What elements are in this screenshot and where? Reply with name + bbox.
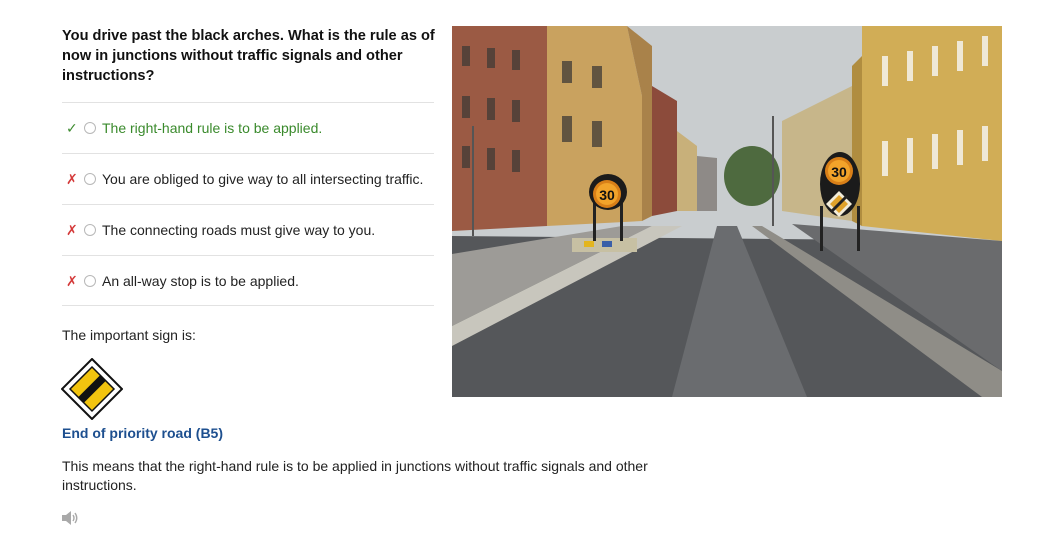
wrong-cross-icon: ✗	[66, 222, 78, 238]
speed-sign-left-text: 30	[599, 187, 615, 203]
answer-list: ✓ The right-hand rule is to be applied. …	[62, 102, 434, 306]
answer-radio-1[interactable]	[84, 122, 96, 134]
answer-label: You are obliged to give way to all inter…	[102, 171, 424, 187]
answer-label: The connecting roads must give way to yo…	[102, 222, 376, 238]
end-of-priority-road-sign-icon	[61, 358, 123, 420]
answer-label: An all-way stop is to be applied.	[102, 272, 299, 289]
speed-sign-right-text: 30	[831, 164, 847, 180]
speaker-icon[interactable]	[61, 510, 79, 526]
sign-name: End of priority road (B5)	[62, 425, 223, 441]
street-photo: 30 30	[452, 26, 1002, 397]
question-text: You drive past the black arches. What is…	[62, 28, 435, 84]
answer-option-2[interactable]: ✗ You are obliged to give way to all int…	[62, 153, 434, 204]
correct-check-icon: ✓	[66, 120, 78, 136]
important-sign-label: The important sign is:	[62, 327, 196, 343]
explanation-text: This means that the right-hand rule is t…	[62, 458, 648, 493]
answer-radio-4[interactable]	[84, 274, 96, 287]
answer-option-3[interactable]: ✗ The connecting roads must give way to …	[62, 204, 434, 255]
answer-label: The right-hand rule is to be applied.	[102, 120, 323, 136]
answer-radio-2[interactable]	[84, 173, 96, 185]
quiz-page: You drive past the black arches. What is…	[0, 0, 1057, 551]
wrong-cross-icon: ✗	[66, 171, 78, 187]
answer-radio-3[interactable]	[84, 224, 96, 236]
wrong-cross-icon: ✗	[66, 272, 78, 289]
answer-option-1[interactable]: ✓ The right-hand rule is to be applied.	[62, 102, 434, 153]
answer-option-4[interactable]: ✗ An all-way stop is to be applied.	[62, 255, 434, 306]
